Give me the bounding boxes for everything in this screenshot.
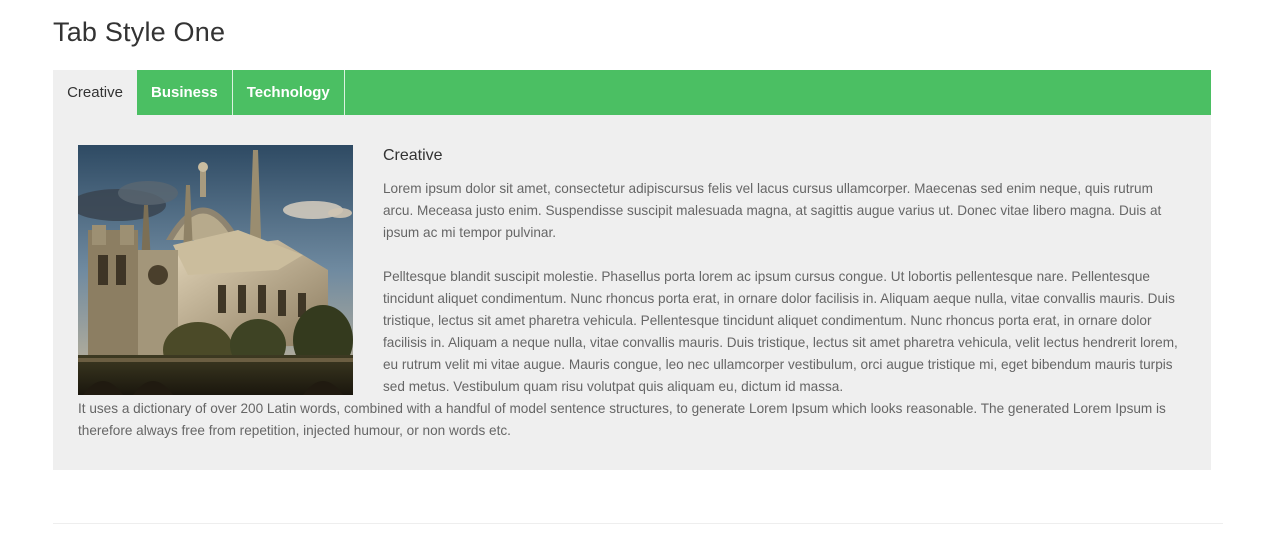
tabs-container: Creative Business Technology Creative Lo… bbox=[53, 70, 1211, 470]
tab-creative[interactable]: Creative bbox=[53, 70, 137, 115]
panel-paragraph-1: Lorem ipsum dolor sit amet, consectetur … bbox=[383, 181, 1162, 240]
tab-technology[interactable]: Technology bbox=[233, 70, 345, 115]
section-divider bbox=[53, 523, 1223, 524]
cathedral-image bbox=[78, 145, 353, 395]
tab-business[interactable]: Business bbox=[137, 70, 233, 115]
panel-paragraph-3: It uses a dictionary of over 200 Latin w… bbox=[78, 401, 1166, 438]
tab-bar: Creative Business Technology bbox=[53, 70, 1211, 115]
panel-paragraph-2: Pelltesque blandit suscipit molestie. Ph… bbox=[383, 269, 1178, 394]
page-title: Tab Style One bbox=[53, 17, 226, 47]
panel-heading: Creative bbox=[383, 147, 443, 164]
tab-panel-creative: Creative Lorem ipsum dolor sit amet, con… bbox=[53, 115, 1211, 470]
